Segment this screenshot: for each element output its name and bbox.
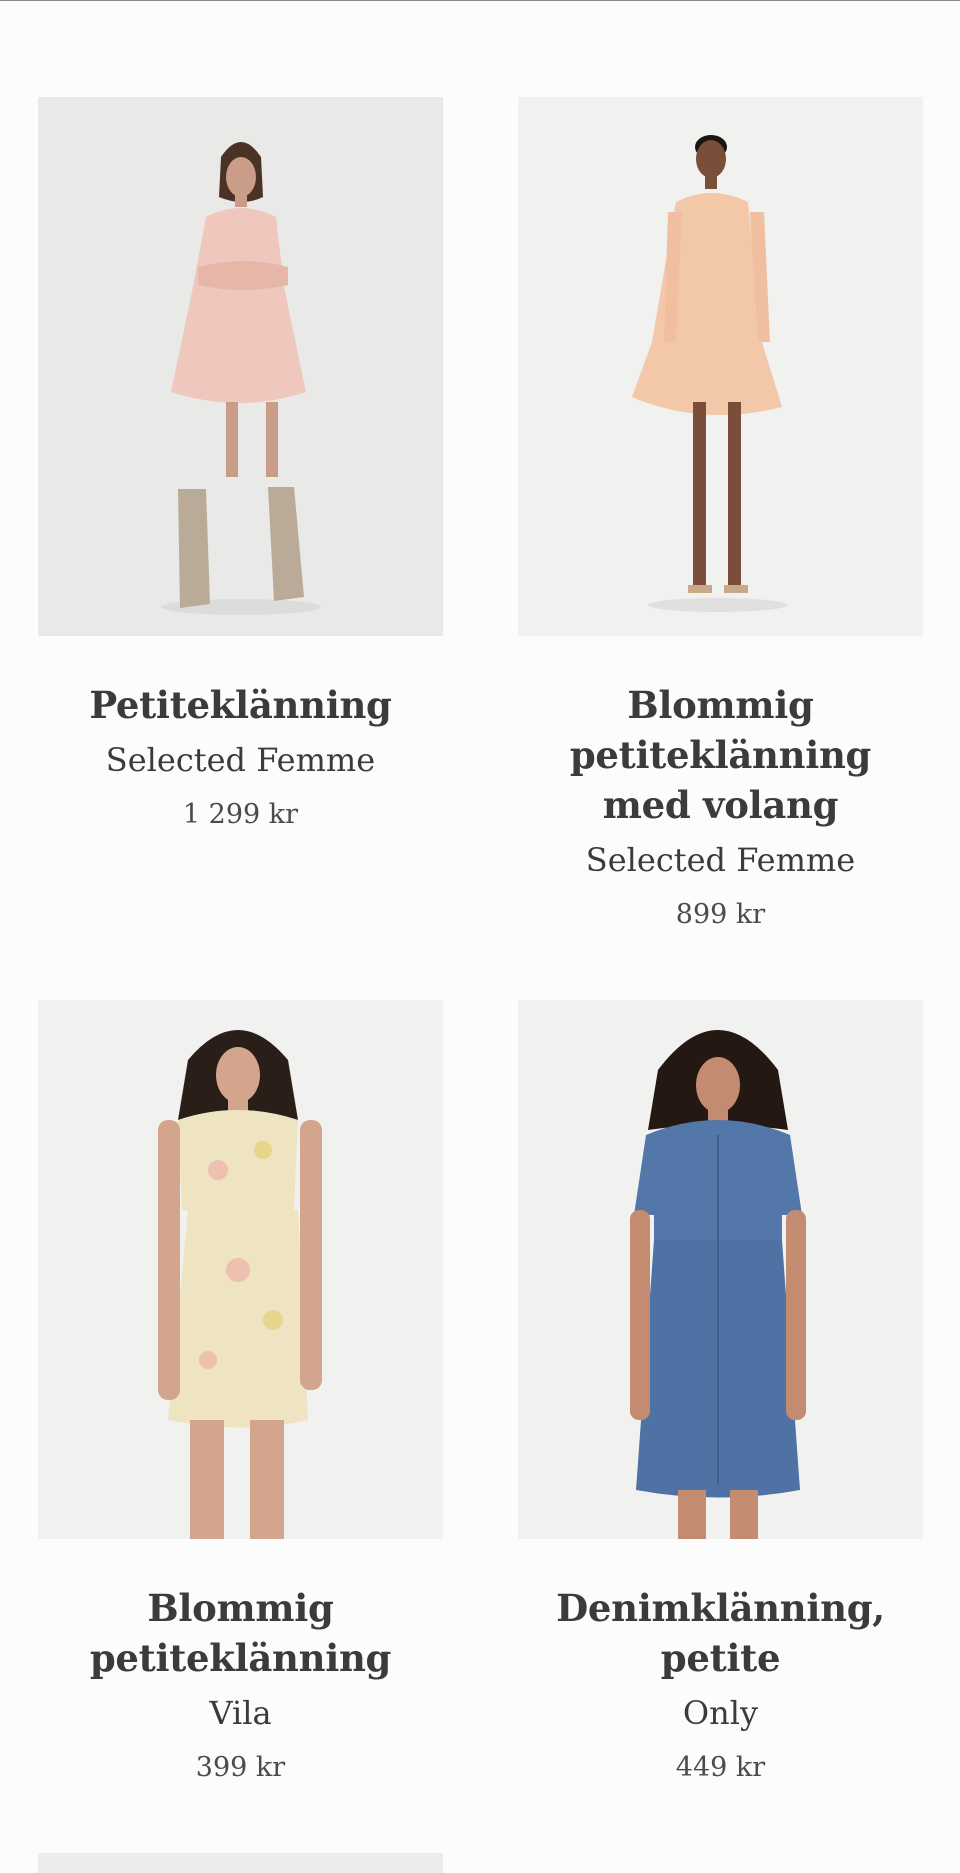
- product-price: 449 kr: [675, 1752, 766, 1783]
- product-brand: Only: [682, 1694, 759, 1732]
- model-figure: [158, 1030, 322, 1539]
- product-price: 399 kr: [195, 1752, 286, 1783]
- model-figure: [630, 1030, 806, 1539]
- product-brand: Selected Femme: [585, 841, 856, 879]
- product-image[interactable]: [38, 1000, 443, 1539]
- product-card[interactable]: Denimklänning, petite Only 449 kr: [518, 1000, 923, 1785]
- model-figure: [161, 142, 321, 615]
- next-product-image[interactable]: [38, 1853, 443, 1873]
- product-title[interactable]: Blommig petiteklänning: [42, 1583, 439, 1683]
- product-card[interactable]: Blommig petiteklänning Vila 399 kr: [38, 1000, 443, 1785]
- product-card[interactable]: Blommig petiteklänning med volang Select…: [518, 97, 923, 932]
- product-card[interactable]: Petiteklänning Selected Femme 1 299 kr: [38, 97, 443, 832]
- product-image[interactable]: [518, 1000, 923, 1539]
- product-brand: Selected Femme: [105, 741, 376, 779]
- product-brand: Vila: [209, 1694, 272, 1732]
- product-price: 1 299 kr: [182, 799, 299, 830]
- product-title[interactable]: Blommig petiteklänning med volang: [522, 680, 919, 830]
- product-price: 899 kr: [675, 899, 766, 930]
- product-image[interactable]: [38, 97, 443, 636]
- model-figure: [632, 135, 788, 612]
- product-image[interactable]: [518, 97, 923, 636]
- product-title[interactable]: Petiteklänning: [42, 680, 439, 730]
- product-title[interactable]: Denimklänning, petite: [522, 1583, 919, 1683]
- top-divider: [0, 0, 960, 1]
